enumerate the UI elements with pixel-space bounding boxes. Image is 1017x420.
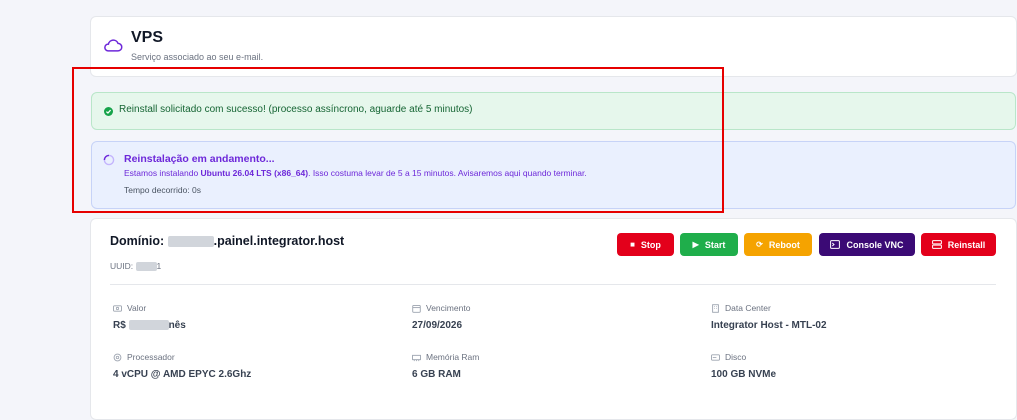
page-subtitle: Serviço associado ao seu e-mail. (131, 52, 264, 62)
money-icon (113, 304, 122, 312)
server-card: Domínio: .painel.integrator.host UUID: 1… (90, 218, 1017, 420)
spec-vencimento: Vencimento 27/09/2026 (412, 303, 471, 331)
elapsed-time: Tempo decorrido: 0s (124, 185, 202, 195)
refresh-icon: ⟳ (756, 240, 763, 249)
spec-processador: Processador 4 vCPU @ AMD EPYC 2.6Ghz (113, 352, 252, 380)
disk-icon (711, 353, 720, 361)
stop-button[interactable]: ■ Stop (617, 233, 674, 256)
progress-description: Estamos instalando Ubuntu 26.04 LTS (x86… (124, 168, 587, 178)
server-icon (931, 240, 942, 249)
building-icon (712, 303, 719, 313)
console-vnc-button[interactable]: Console VNC (819, 233, 915, 256)
server-domain: Domínio: .painel.integrator.host (110, 234, 345, 248)
cloud-icon (104, 39, 123, 52)
server-uuid: UUID: 1 (110, 261, 162, 272)
reboot-button[interactable]: ⟳ Reboot (744, 233, 812, 256)
success-message: Reinstall solicitado com sucesso! (proce… (119, 104, 473, 115)
stop-icon: ■ (630, 240, 635, 249)
vps-header-card: VPS Serviço associado ao seu e-mail. (90, 16, 1017, 77)
spinner-icon (103, 154, 115, 166)
spec-memoria: Memória Ram 6 GB RAM (412, 352, 480, 380)
play-icon: ▶ (692, 240, 699, 249)
calendar-icon (412, 304, 421, 313)
os-name: Ubuntu 26.04 LTS (x86_64) (200, 168, 309, 178)
progress-title: Reinstalação em andamento... (124, 153, 275, 165)
spec-disco: Disco 100 GB NVMe (711, 352, 777, 380)
spec-datacenter: Data Center Integrator Host - MTL-02 (711, 303, 827, 331)
reinstall-button[interactable]: Reinstall (921, 233, 996, 256)
spec-valor: Valor R$ nês (113, 303, 186, 331)
redacted-text (128, 320, 169, 331)
reinstall-progress-alert: Reinstalação em andamento... Estamos ins… (91, 141, 1016, 209)
redacted-text (167, 236, 214, 248)
success-alert: Reinstall solicitado com sucesso! (proce… (91, 92, 1016, 130)
terminal-icon (830, 240, 841, 249)
start-button[interactable]: ▶ Start (680, 233, 738, 256)
redacted-text (135, 262, 157, 272)
cpu-icon (113, 353, 122, 361)
check-circle-icon (104, 107, 113, 116)
divider (110, 284, 996, 285)
page-title: VPS (131, 29, 164, 46)
memory-icon (412, 354, 421, 361)
